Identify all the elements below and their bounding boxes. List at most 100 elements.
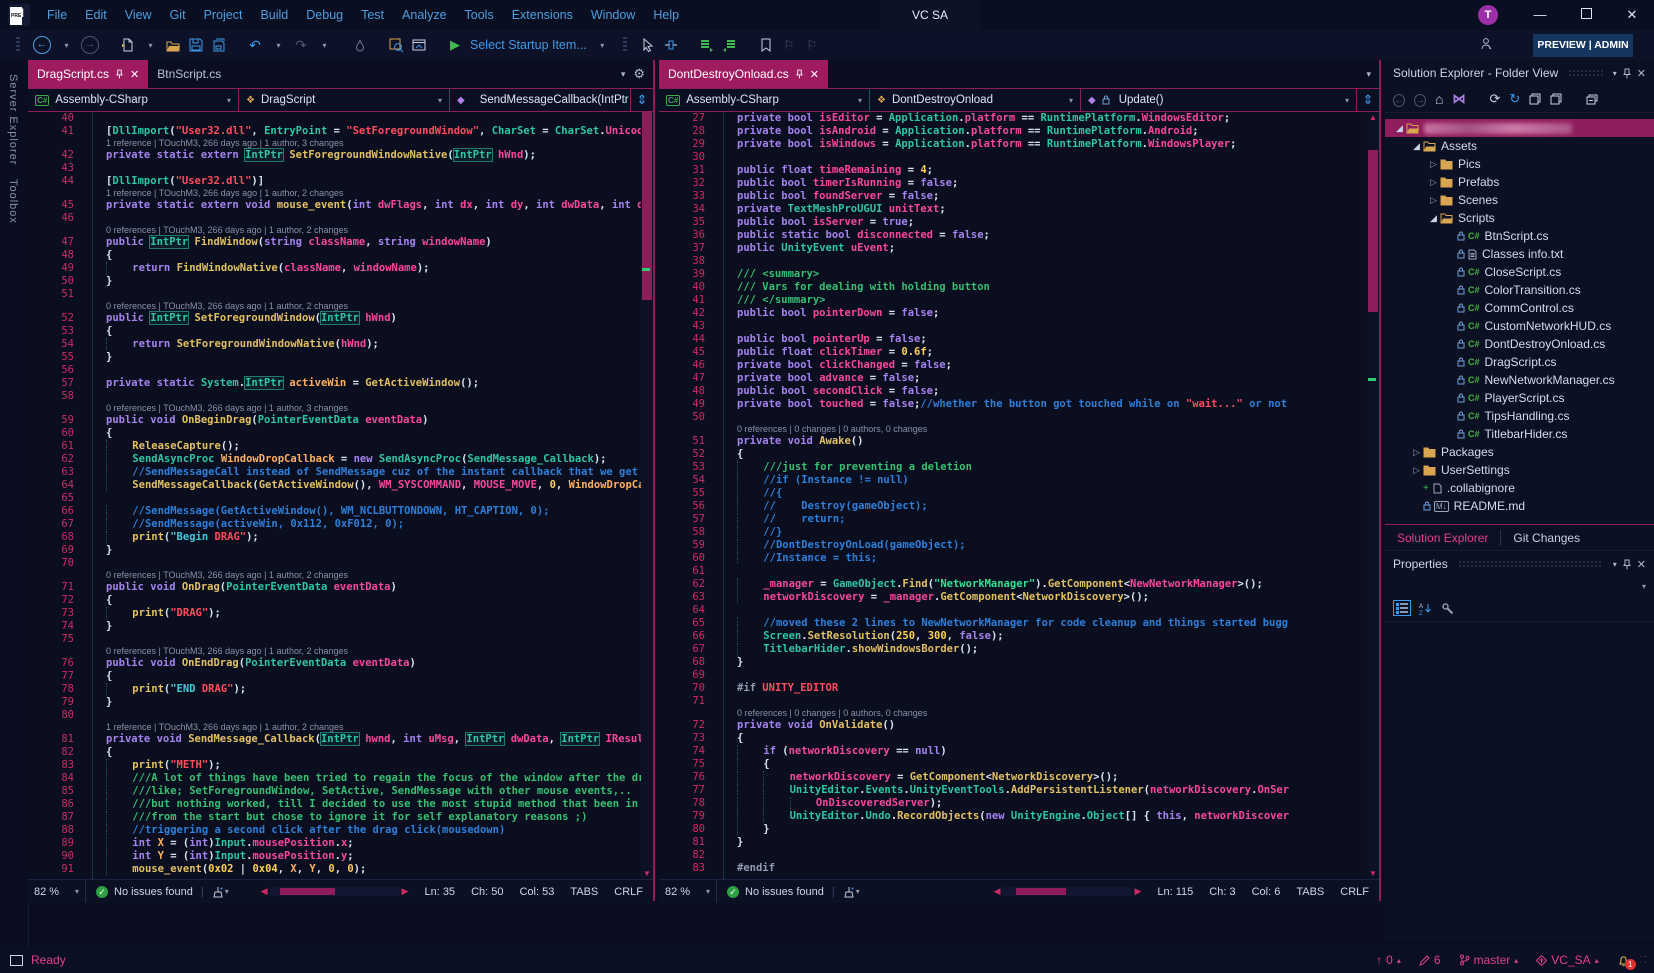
code-line[interactable]: 56 // Destroy(gameObject); xyxy=(659,500,1379,513)
code-line[interactable]: 61 ReleaseCapture(); xyxy=(28,440,653,453)
code-line[interactable]: 73 print("DRAG"); xyxy=(28,607,653,620)
code-line[interactable]: 54 //if (Instance != null) xyxy=(659,474,1379,487)
line-number[interactable]: 41 xyxy=(659,294,715,307)
startup-item-dropdown[interactable]: ▾ xyxy=(594,34,610,56)
code-line[interactable]: 43 xyxy=(659,320,1379,333)
line-number[interactable]: 73 xyxy=(28,607,84,620)
code-line[interactable]: 48public bool secondClick = false; xyxy=(659,385,1379,398)
eol-mode[interactable]: CRLF xyxy=(1340,886,1369,898)
code-line[interactable]: 46 xyxy=(28,212,653,225)
issues-status[interactable]: No issues found xyxy=(745,886,824,898)
code-line[interactable]: 27private bool isEditor = Application.pl… xyxy=(659,112,1379,125)
code-line[interactable]: 63 //SendMessageCall instead of SendMess… xyxy=(28,466,653,479)
save-button[interactable] xyxy=(188,34,204,56)
line-number[interactable]: 35 xyxy=(659,216,715,229)
tree-item-PlayerScript.cs[interactable]: C#PlayerScript.cs xyxy=(1385,389,1654,407)
line-number[interactable]: 27 xyxy=(659,112,715,125)
line-number[interactable]: 67 xyxy=(659,643,715,656)
line-number[interactable]: 66 xyxy=(659,630,715,643)
expand-arrow-icon[interactable]: ▷ xyxy=(1410,465,1423,476)
line-number[interactable]: 64 xyxy=(659,604,715,617)
expand-arrow-icon[interactable]: ▷ xyxy=(1427,177,1440,188)
account-avatar[interactable]: T xyxy=(1478,5,1498,25)
tree-item-Assets[interactable]: ◢Assets xyxy=(1385,137,1654,155)
line-number[interactable]: 75 xyxy=(659,758,715,771)
code-line[interactable]: 60{ xyxy=(28,427,653,440)
code-line[interactable]: 48{ xyxy=(28,249,653,262)
codelens-info[interactable]: 0 references | 0 changes | 0 authors, 0 … xyxy=(659,424,1379,435)
code-line[interactable]: 69 xyxy=(659,669,1379,682)
undo-button[interactable]: ↶ xyxy=(247,34,263,56)
chevron-down-icon[interactable]: ▾ xyxy=(1613,69,1617,78)
code-line[interactable]: 43 xyxy=(28,162,653,175)
line-number[interactable]: 55 xyxy=(659,487,715,500)
gear-icon[interactable]: ⚙ xyxy=(633,66,645,82)
code-line[interactable]: 80 } xyxy=(659,823,1379,836)
code-line[interactable]: 82 xyxy=(659,849,1379,862)
line-number[interactable]: 66 xyxy=(28,505,84,518)
code-line[interactable]: 76 networkDiscovery = GetComponent<Netwo… xyxy=(659,771,1379,784)
close-button[interactable]: ✕ xyxy=(1610,0,1654,30)
line-number[interactable]: 88 xyxy=(28,824,84,837)
line-number[interactable]: 50 xyxy=(28,275,84,288)
line-number[interactable]: 48 xyxy=(28,249,84,262)
codelens-info[interactable]: 0 references | 0 changes | 0 authors, 0 … xyxy=(659,708,1379,719)
code-line[interactable]: 64 xyxy=(659,604,1379,617)
refresh-icon[interactable]: ⟳ xyxy=(1489,91,1500,107)
code-line[interactable]: 51 xyxy=(28,288,653,301)
pin-icon[interactable] xyxy=(1623,68,1631,79)
code-editor[interactable]: 27private bool isEditor = Application.pl… xyxy=(659,112,1379,879)
back-icon[interactable]: ← xyxy=(1393,92,1405,107)
selection-tool-button[interactable] xyxy=(640,34,656,56)
breadcrumb-dropdown[interactable]: ◆SendMessageCallback(IntPtr hWr▾ xyxy=(450,89,631,111)
menu-item-tools[interactable]: Tools xyxy=(456,0,503,30)
zoom-selector[interactable]: 82 %▾ xyxy=(28,880,86,903)
code-line[interactable]: 79 UnityEditor.Undo.RecordObjects(new Un… xyxy=(659,810,1379,823)
menu-item-git[interactable]: Git xyxy=(161,0,195,30)
code-line[interactable]: 70#if UNITY_EDITOR xyxy=(659,682,1379,695)
toolbox-vertical-tab[interactable]: Toolbox xyxy=(7,179,19,224)
code-line[interactable]: 61 xyxy=(659,565,1379,578)
breadcrumb-dropdown[interactable]: ❖DontDestroyOnload▾ xyxy=(870,89,1081,111)
copy-icon[interactable] xyxy=(1529,93,1541,105)
line-number[interactable]: 80 xyxy=(28,709,84,722)
scroll-down-arrow[interactable]: ▼ xyxy=(641,869,653,878)
code-line[interactable]: 89 int X = (int)Input.mousePosition.x; xyxy=(28,837,653,850)
line-number[interactable]: 75 xyxy=(28,633,84,646)
scroll-right-arrow[interactable]: ▶ xyxy=(1134,886,1141,897)
vertical-scrollbar[interactable]: ▲▼ xyxy=(641,112,653,879)
line-number[interactable]: 59 xyxy=(659,539,715,552)
code-line[interactable]: 76public void OnEndDrag(PointerEventData… xyxy=(28,657,653,670)
tree-item-Packages[interactable]: ▷Packages xyxy=(1385,443,1654,461)
line-number[interactable]: 63 xyxy=(659,591,715,604)
menu-item-build[interactable]: Build xyxy=(251,0,297,30)
line-number[interactable]: 50 xyxy=(659,411,715,424)
indent-mode[interactable]: TABS xyxy=(1296,886,1324,898)
code-line[interactable]: 37public UnityEvent uEvent; xyxy=(659,242,1379,255)
maximize-button[interactable] xyxy=(1564,0,1608,30)
menu-item-file[interactable]: File xyxy=(38,0,76,30)
code-line[interactable]: 44[DllImport("User32.dll")] xyxy=(28,175,653,188)
code-line[interactable]: 58 xyxy=(28,390,653,403)
code-line[interactable]: 53{ xyxy=(28,325,653,338)
close-icon[interactable]: ✕ xyxy=(130,68,139,81)
line-number[interactable]: 34 xyxy=(659,203,715,216)
line-number[interactable]: 51 xyxy=(28,288,84,301)
line-number[interactable]: 82 xyxy=(659,849,715,862)
code-line[interactable]: 57 // return; xyxy=(659,513,1379,526)
code-line[interactable]: 65 //moved these 2 lines to NewNetworkMa… xyxy=(659,617,1379,630)
eol-mode[interactable]: CRLF xyxy=(614,886,643,898)
line-number[interactable]: 76 xyxy=(659,771,715,784)
line-number[interactable]: 44 xyxy=(659,333,715,346)
tree-item-root[interactable]: ◢ xyxy=(1385,119,1654,137)
water-drop-icon[interactable] xyxy=(352,34,368,56)
chevron-down-icon[interactable]: ▾ xyxy=(1366,69,1371,80)
line-number[interactable]: 74 xyxy=(659,745,715,758)
line-number[interactable]: 53 xyxy=(659,461,715,474)
code-line[interactable]: 33public bool foundServer = false; xyxy=(659,190,1379,203)
line-number[interactable]: 55 xyxy=(28,351,84,364)
line-number[interactable]: 32 xyxy=(659,177,715,190)
line-number[interactable]: 46 xyxy=(28,212,84,225)
code-line[interactable]: 46private bool clickChanged = false; xyxy=(659,359,1379,372)
line-number[interactable]: 52 xyxy=(28,312,84,325)
